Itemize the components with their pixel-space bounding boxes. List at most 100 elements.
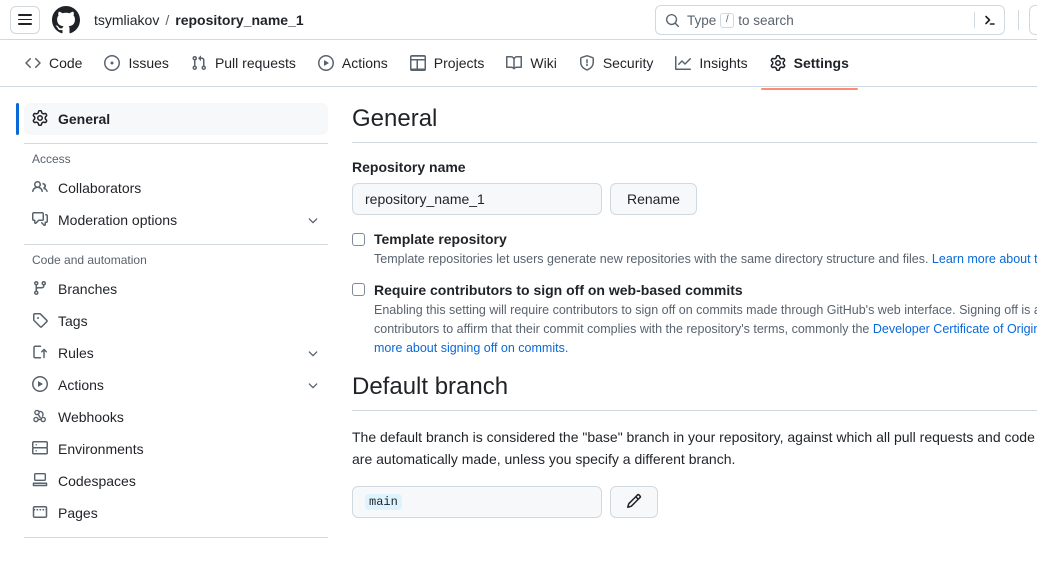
sidebar-item-webhooks-label: Webhooks <box>58 409 124 425</box>
repository-name-row: Rename <box>352 183 1037 216</box>
dco-link[interactable]: Developer Certificate of Origin (DCO) <box>873 322 1037 336</box>
sidebar-item-pages-label: Pages <box>58 505 98 521</box>
tab-issues[interactable]: Issues <box>95 47 177 79</box>
play-icon <box>317 55 334 71</box>
tab-settings[interactable]: Settings <box>760 47 859 90</box>
tab-settings-label: Settings <box>793 55 849 71</box>
sign-off-description: Enabling this setting will require contr… <box>374 301 1037 359</box>
sidebar-item-tags-label: Tags <box>58 313 88 329</box>
settings-sidebar: General Access Collaborators Moderation … <box>0 87 352 570</box>
hamburger-line <box>18 18 32 21</box>
tab-pull-requests[interactable]: Pull requests <box>182 47 305 79</box>
chevron-down-icon[interactable] <box>306 346 320 360</box>
edit-default-branch-button[interactable] <box>610 486 658 519</box>
git-branch-icon <box>32 280 48 299</box>
git-pull-request-icon <box>192 55 206 71</box>
sidebar-item-tags[interactable]: Tags <box>24 305 328 337</box>
sidebar-item-codespaces[interactable]: Codespaces <box>24 465 328 497</box>
server-icon <box>31 440 48 459</box>
tab-projects[interactable]: Projects <box>401 47 494 79</box>
gear-icon <box>32 109 48 129</box>
default-branch-description: The default branch is considered the "ba… <box>352 428 1037 467</box>
top-header-bar: tsymliakov / repository_name_1 Type / to… <box>0 0 1037 40</box>
sidebar-item-collaborators[interactable]: Collaborators <box>24 172 328 204</box>
rename-button[interactable]: Rename <box>610 183 697 216</box>
tag-icon <box>32 312 48 331</box>
header-divider <box>1018 10 1019 30</box>
search-placeholder: Type / to search <box>687 12 974 28</box>
gear-icon <box>770 55 786 71</box>
sidebar-section-access-title: Access <box>32 152 71 166</box>
webhook-icon <box>32 408 48 427</box>
sidebar-item-codespaces-label: Codespaces <box>58 473 136 489</box>
github-logo-icon[interactable] <box>52 5 80 34</box>
sidebar-divider <box>24 143 328 144</box>
sign-off-label: Require contributors to sign off on web-… <box>374 281 743 298</box>
hamburger-menu-icon[interactable] <box>10 5 40 34</box>
sidebar-item-environments[interactable]: Environments <box>24 433 328 465</box>
learn-more-templates-link[interactable]: Learn more about template repositories. <box>932 252 1037 266</box>
pencil-icon <box>626 493 642 512</box>
section-divider <box>352 409 1037 411</box>
tab-insights-label: Insights <box>699 55 748 71</box>
book-icon <box>506 55 523 70</box>
tab-pull-requests-label: Pull requests <box>214 55 296 71</box>
sidebar-item-branches[interactable]: Branches <box>24 273 328 305</box>
repository-name-input[interactable] <box>352 183 602 216</box>
tab-code-label: Code <box>49 55 83 71</box>
repo-nav-tabs: Code Issues Pull requests Actions Projec… <box>0 40 1037 90</box>
sidebar-item-rules[interactable]: Rules <box>24 337 328 369</box>
default-branch-title: Default branch <box>352 372 509 400</box>
header-trailing-button[interactable] <box>1029 5 1037 35</box>
page-body: General Access Collaborators Moderation … <box>0 87 1037 570</box>
hamburger-line <box>18 14 32 16</box>
sidebar-item-pages[interactable]: Pages <box>24 497 328 529</box>
tab-wiki[interactable]: Wiki <box>497 47 565 79</box>
chevron-down-icon[interactable] <box>306 213 320 227</box>
default-branch-value: main <box>365 494 402 511</box>
template-repository-label: Template repository <box>374 231 507 248</box>
sidebar-item-webhooks[interactable]: Webhooks <box>24 401 328 433</box>
sign-off-checkbox[interactable] <box>352 283 365 297</box>
breadcrumb: tsymliakov / repository_name_1 <box>94 12 304 28</box>
template-repository-description-text: Template repositories let users generate… <box>374 252 929 267</box>
sidebar-item-branches-label: Branches <box>58 281 118 297</box>
template-repository-setting: Template repository Template repositorie… <box>352 231 1037 269</box>
repository-name-label: Repository name <box>352 159 466 176</box>
search-slash-key: / <box>720 12 735 28</box>
template-repository-checkbox[interactable] <box>352 232 365 246</box>
tab-actions[interactable]: Actions <box>309 47 397 79</box>
play-icon <box>32 375 48 395</box>
tab-wiki-label: Wiki <box>530 55 557 71</box>
sidebar-item-general-label: General <box>58 111 111 127</box>
sign-off-setting: Require contributors to sign off on web-… <box>352 282 1037 359</box>
tab-projects-label: Projects <box>433 55 485 71</box>
terminal-icon[interactable] <box>982 12 998 28</box>
table-icon <box>409 55 426 71</box>
sidebar-item-moderation-options-label: Moderation options <box>58 212 178 228</box>
sidebar-section-code-automation-title: Code and automation <box>32 253 147 267</box>
search-icon <box>665 13 680 28</box>
sidebar-item-environments-label: Environments <box>58 441 144 457</box>
chevron-down-icon[interactable] <box>306 378 320 392</box>
sidebar-divider <box>24 244 328 245</box>
rules-icon <box>32 344 48 363</box>
hamburger-line <box>18 23 32 25</box>
page-title: General <box>352 105 438 132</box>
breadcrumb-owner[interactable]: tsymliakov <box>94 12 159 28</box>
default-branch-input[interactable]: main <box>352 486 602 519</box>
search-placeholder-before: Type <box>687 12 717 28</box>
sidebar-item-actions[interactable]: Actions <box>24 369 328 401</box>
tab-insights[interactable]: Insights <box>666 47 756 79</box>
search-input[interactable]: Type / to search <box>655 5 1005 35</box>
tab-issues-label: Issues <box>128 55 169 71</box>
sidebar-item-general[interactable]: General <box>16 103 328 135</box>
sidebar-item-moderation-options[interactable]: Moderation options <box>24 204 328 236</box>
section-divider <box>352 142 1037 144</box>
sidebar-divider <box>24 537 328 538</box>
tab-security[interactable]: Security <box>570 47 663 79</box>
breadcrumb-repo[interactable]: repository_name_1 <box>175 12 303 28</box>
tab-code[interactable]: Code <box>16 47 91 79</box>
sidebar-item-collaborators-label: Collaborators <box>58 180 142 196</box>
tab-actions-label: Actions <box>341 55 388 71</box>
